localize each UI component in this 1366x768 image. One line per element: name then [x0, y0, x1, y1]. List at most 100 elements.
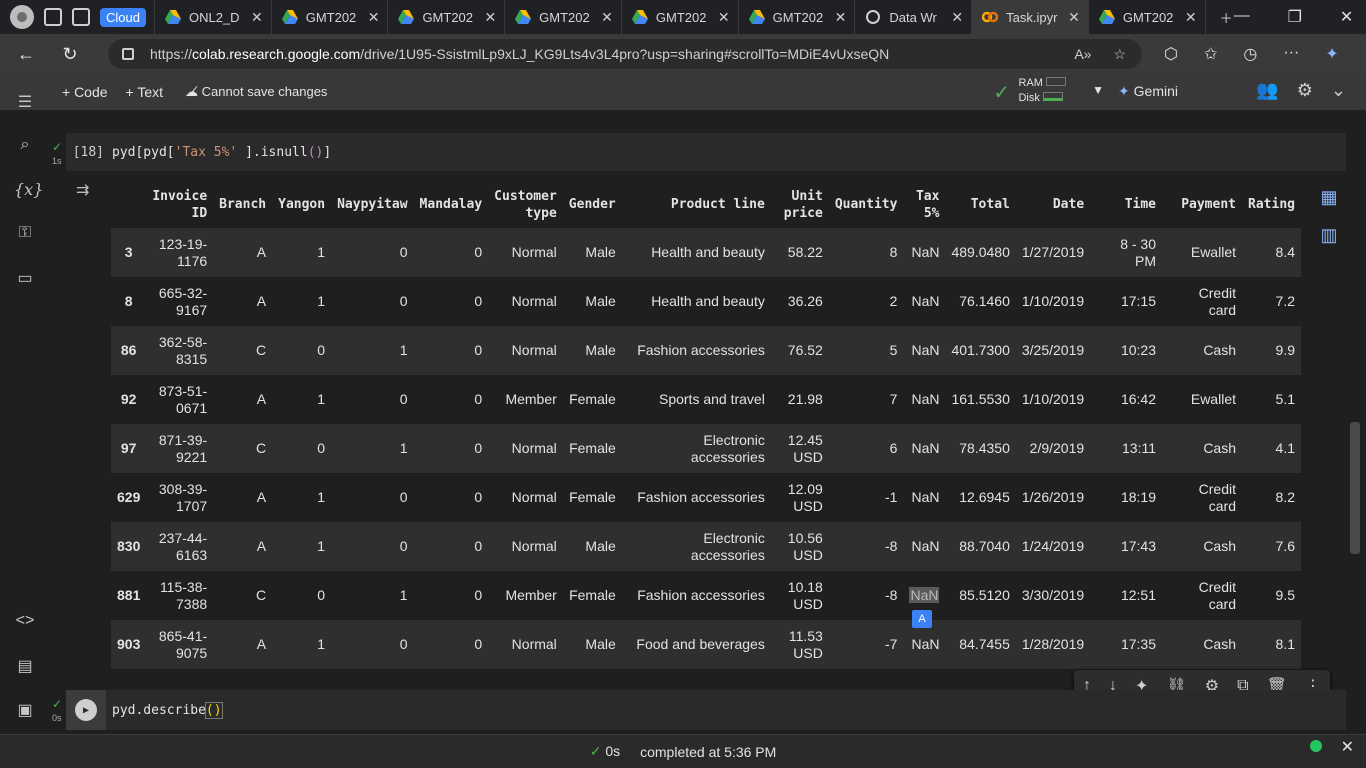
command-palette-icon[interactable]: ▤	[14, 656, 36, 678]
new-tab-button[interactable]: ＋	[1206, 0, 1234, 34]
favorites-icon[interactable]: ✩	[1204, 44, 1217, 64]
close-tab-icon[interactable]: ✕	[835, 9, 847, 26]
code-cell-describe[interactable]: ▶ pyd.describe()	[66, 690, 1346, 730]
browser-tab[interactable]: Cloud	[90, 0, 155, 34]
browser-tab[interactable]: ONL2_D ✕	[155, 0, 272, 34]
copilot-icon[interactable]: ✦	[1325, 44, 1338, 64]
drive-icon	[398, 10, 415, 24]
table-cell: Food and beverages	[621, 620, 771, 669]
table-cell: Credit card	[1198, 284, 1236, 318]
browser-tab[interactable]: GMT202 ✕	[622, 0, 739, 34]
table-row: 3 123-19-1176 A 1 0 0 Normal Male Health and bea…	[111, 228, 1301, 277]
connection-status-icon[interactable]	[1310, 740, 1322, 752]
table-row: 830 237-44-6163 A 1 0 0 Normal Male Electronic a…	[111, 522, 1301, 571]
resource-monitor[interactable]: RAM Disk	[1018, 76, 1066, 106]
table-cell: Health and beauty	[651, 293, 765, 309]
variables-icon[interactable]: {x}	[14, 180, 43, 202]
close-tab-icon[interactable]: ✕	[251, 9, 263, 26]
browser-tab[interactable]: Task.ipyr ✕	[972, 0, 1089, 34]
drive-icon	[515, 10, 532, 24]
tab-actions-icon[interactable]	[72, 8, 90, 26]
close-tab-icon[interactable]: ✕	[951, 9, 963, 26]
workspaces-icon[interactable]	[44, 8, 62, 26]
output-actions-icon[interactable]: ⇉	[76, 180, 89, 200]
table-cell: A	[213, 522, 273, 571]
close-tab-icon[interactable]: ✕	[601, 9, 613, 26]
cell2-status-check-icon: ✓	[52, 697, 63, 711]
search-icon[interactable]: ⌕	[14, 136, 36, 158]
restore-icon[interactable]: ❐	[1288, 7, 1302, 27]
translate-icon[interactable]: A	[912, 610, 932, 628]
browser-tab[interactable]: GMT202 ✕	[505, 0, 622, 34]
browser-tab[interactable]: GMT202 ✕	[739, 0, 856, 34]
table-cell: 7.6	[1242, 522, 1301, 571]
close-window-icon[interactable]: ✕	[1340, 7, 1353, 27]
terminal-icon[interactable]: ▣	[14, 700, 36, 722]
reload-button[interactable]: ↻	[52, 44, 88, 65]
code-snippets-icon[interactable]: <>	[14, 612, 36, 634]
browser-tab[interactable]: GMT202 ✕	[272, 0, 389, 34]
table-cell: 17:35	[1090, 620, 1162, 669]
table-of-contents-icon[interactable]: ☰	[14, 92, 36, 114]
collapse-chevron-icon[interactable]: ⌄	[1331, 80, 1346, 101]
run-cell-button[interactable]: ▶	[66, 690, 106, 730]
column-header: Invoice ID	[152, 188, 208, 221]
row-index: 830	[111, 522, 147, 571]
gemini-button[interactable]: ✦ Gemini	[1118, 83, 1178, 100]
add-text-button[interactable]: + Text	[126, 84, 164, 100]
browser-tab[interactable]: Data Wr ✕	[855, 0, 973, 34]
extensions-icon[interactable]: ⬡	[1164, 44, 1178, 64]
close-tab-icon[interactable]: ✕	[1068, 9, 1080, 26]
share-people-icon[interactable]: 👥	[1256, 80, 1278, 101]
table-cell: 115-38-7388	[159, 578, 208, 612]
table-cell: 5.1	[1275, 391, 1295, 407]
cannot-save-warning[interactable]: ☁̸ Cannot save changes	[185, 84, 327, 100]
column-header: Branch	[219, 197, 267, 212]
history-icon[interactable]: ◷	[1243, 44, 1257, 64]
table-cell: 8	[828, 228, 904, 277]
table-cell: 0	[413, 326, 489, 375]
table-cell: Credit card	[1198, 480, 1236, 514]
code-text[interactable]: pyd[pyd['Tax 5%' ].isnull()]	[112, 145, 331, 160]
interactive-table-icon[interactable]: ▦	[1316, 184, 1342, 210]
close-tab-icon[interactable]: ✕	[368, 9, 380, 26]
table-cell: 84.7455	[945, 620, 1016, 669]
table-cell: NaN	[903, 522, 946, 571]
minimize-icon[interactable]: —	[1234, 7, 1250, 27]
table-cell: 1	[399, 587, 408, 603]
cell2-duration: 0s	[52, 713, 62, 723]
code-cell-isnull[interactable]: [18] pyd[pyd['Tax 5%' ].isnull()]	[66, 133, 1346, 171]
favorite-star-icon[interactable]: ☆	[1113, 46, 1126, 63]
column-header: Total	[970, 197, 1010, 212]
back-button[interactable]: ←	[8, 44, 44, 65]
web-icon	[865, 10, 881, 24]
table-cell: -8	[885, 587, 898, 603]
add-code-button[interactable]: + Code	[62, 84, 108, 100]
close-tab-icon[interactable]: ✕	[718, 9, 730, 26]
close-tab-icon[interactable]: ✕	[484, 9, 496, 26]
site-info-icon[interactable]	[122, 48, 134, 60]
more-menu-icon[interactable]: ···	[1283, 44, 1299, 64]
secrets-key-icon[interactable]: ⚿	[14, 224, 36, 246]
close-tab-icon[interactable]: ✕	[1185, 9, 1197, 26]
url-field[interactable]: https://colab.research.google.com/drive/…	[108, 39, 1142, 69]
ram-meter	[1046, 77, 1066, 86]
notebook-scrollbar[interactable]	[1350, 422, 1360, 554]
settings-gear-icon[interactable]: ⚙	[1297, 80, 1313, 101]
runtime-dropdown-icon[interactable]: ▼	[1092, 83, 1104, 97]
profile-avatar-icon[interactable]	[10, 5, 34, 29]
read-aloud-icon[interactable]: A»	[1074, 46, 1091, 63]
browser-tab[interactable]: GMT202 ✕	[388, 0, 506, 34]
column-header: Yangon	[278, 197, 326, 212]
table-cell: 76.52	[770, 326, 829, 375]
files-folder-icon[interactable]: ▭	[14, 268, 36, 290]
column-header: Tax 5%	[915, 188, 940, 221]
code-text-describe[interactable]: pyd.describe()	[112, 701, 223, 719]
left-rail: ☰ ⌕ {x} ⚿ ▭ <> ▤ ▣	[0, 94, 48, 734]
suggest-chart-icon[interactable]: ▥	[1316, 222, 1342, 248]
browser-tab[interactable]: GMT202 ✕	[1089, 0, 1206, 34]
ram-label: RAM	[1018, 77, 1043, 89]
column-header: Naypyitaw	[337, 197, 408, 212]
close-status-icon[interactable]: ✕	[1341, 737, 1354, 757]
table-cell: 0	[474, 489, 483, 505]
